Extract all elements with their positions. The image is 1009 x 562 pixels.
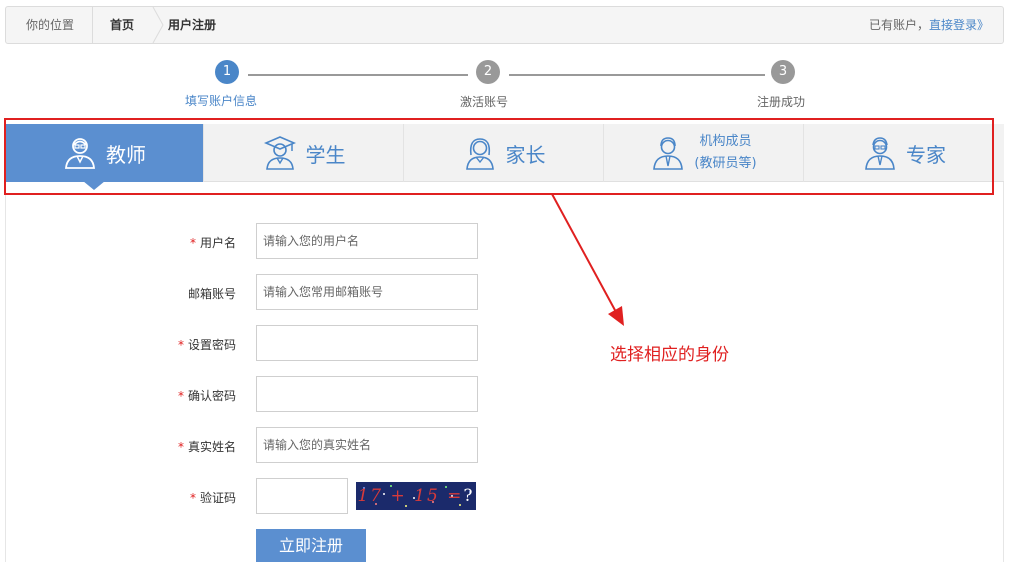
breadcrumb-location-label: 你的位置 <box>26 18 75 32</box>
confirm-password-input[interactable] <box>256 376 478 412</box>
required-mark: * <box>177 440 184 454</box>
step-2-label: 激活账号 <box>460 95 509 109</box>
step-3-label: 注册成功 <box>757 95 806 109</box>
captcha-question-mark: ? <box>463 486 475 506</box>
step-2-circle: 2 <box>476 60 500 84</box>
captcha-input[interactable] <box>256 478 348 514</box>
captcha-image[interactable]: 17 + 15 =? <box>356 482 476 510</box>
breadcrumb-current: 用户注册 <box>168 18 217 32</box>
password-input[interactable] <box>256 325 478 361</box>
annotation-arrow-icon <box>551 193 624 326</box>
confirm-password-label-text: 确认密码 <box>187 389 236 403</box>
annotation-highlight-box <box>4 118 994 195</box>
annotation-text: 选择相应的身份 <box>610 345 729 365</box>
breadcrumb: 你的位置 首页 用户注册 已有账户，直接登录》 <box>5 6 1004 44</box>
email-label: 邮箱账号 <box>116 285 236 302</box>
password-label-text: 设置密码 <box>187 338 236 352</box>
step-connector-2 <box>509 74 765 76</box>
step-3-circle: 3 <box>771 60 795 84</box>
breadcrumb-chevron-icon <box>152 7 164 43</box>
login-prompt: 已有账户，直接登录》 <box>869 7 989 43</box>
confirm-password-label: * 确认密码 <box>116 387 236 404</box>
username-input[interactable] <box>256 223 478 259</box>
step-1-circle: 1 <box>215 60 239 84</box>
register-button[interactable]: 立即注册 <box>256 529 366 562</box>
email-input[interactable] <box>256 274 478 310</box>
required-mark: * <box>189 491 196 505</box>
breadcrumb-home-link[interactable]: 首页 <box>110 7 134 43</box>
captcha-text: 17 + 15 =? <box>356 482 476 510</box>
step-connector-1 <box>248 74 468 76</box>
password-label: * 设置密码 <box>116 336 236 353</box>
step-1-label: 填写账户信息 <box>185 94 258 108</box>
realname-label-text: 真实姓名 <box>187 440 236 454</box>
username-label-text: 用户名 <box>199 236 236 250</box>
breadcrumb-divider <box>92 7 93 43</box>
required-mark: * <box>177 389 184 403</box>
realname-label: * 真实姓名 <box>116 438 236 455</box>
username-label: * 用户名 <box>116 234 236 251</box>
captcha-expression: 17 + 15 = <box>357 486 464 506</box>
required-mark: * <box>189 236 196 250</box>
required-mark: * <box>177 338 184 352</box>
email-label-text: 邮箱账号 <box>187 287 236 301</box>
captcha-label: * 验证码 <box>116 489 236 506</box>
realname-input[interactable] <box>256 427 478 463</box>
login-link[interactable]: 直接登录》 <box>929 18 989 32</box>
captcha-label-text: 验证码 <box>199 491 236 505</box>
login-prompt-text: 已有账户， <box>868 18 929 32</box>
